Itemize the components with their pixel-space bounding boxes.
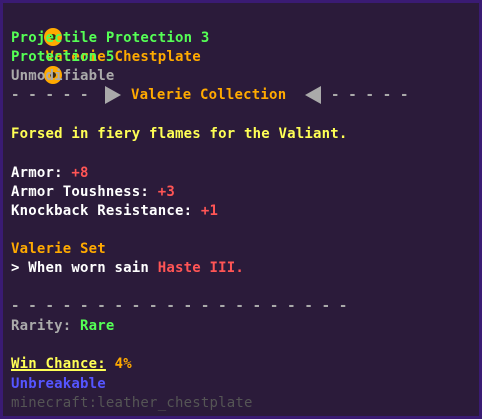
set-title: Valerie Set [11,241,106,257]
stat-armor: Armor: +8 [11,164,89,183]
rarity-value: Rare [80,318,115,334]
win-chance-line: Win Chance: 4% [11,355,132,374]
set-bonus-text: > When worn sain [11,260,150,276]
win-chance-label: Win Chance: [11,356,106,372]
stat-value: +8 [71,165,89,181]
collection-divider: - - - - - Valerie Collection - - - - - [11,86,481,105]
unbreakable-label: Unbreakable [11,376,106,392]
stat-knockback-resistance: Knockback Resistance: +1 [11,202,218,221]
enchantment-protection: Protection 5 [11,49,115,65]
item-title: Valerie Chestplate [11,10,201,82]
divider-dashes-right: - - - - - [331,87,409,103]
collection-name: Valerie Collection [131,87,287,103]
stat-label: Armor Toushness: [11,184,150,200]
item-lore: Forsed in fiery flames for the Valiant. [11,126,348,142]
triangle-right-icon [105,86,121,104]
unmodifiable-label: Unmodifiable [11,68,115,84]
set-bonus-effect: Haste III. [157,260,244,276]
set-bonus: > When worn sain Haste III. [11,259,244,278]
win-chance-value: 4% [114,356,132,372]
rarity-line: Rarity: Rare [11,317,115,336]
separator-line: - - - - - - - - - - - - - - - - - - - - [11,298,348,314]
enchantment-projectile-protection: Projectile Protection 3 [11,30,210,46]
stat-label: Armor: [11,165,63,181]
stat-value: +1 [200,203,219,219]
stat-armor-toughness: Armor Toushness: +3 [11,183,175,202]
divider-dashes-left: - - - - - [11,87,89,103]
stat-value: +3 [157,184,175,200]
rarity-label: Rarity: [11,318,72,334]
triangle-left-icon [305,86,321,104]
item-tooltip: Valerie Chestplate Projectile Protection… [0,0,482,419]
stat-label: Knockback Resistance: [11,203,193,219]
item-id: minecraft:leather_chestplate [11,395,253,411]
